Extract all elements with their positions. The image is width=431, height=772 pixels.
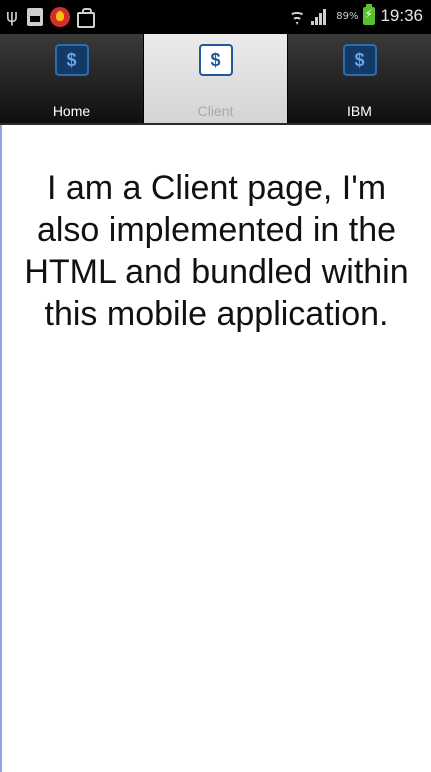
dollar-icon: $ — [198, 44, 233, 76]
status-right-icons: 89% 19:36 — [288, 4, 423, 26]
status-left-icons: ψ — [6, 6, 95, 28]
page-message: I am a Client page, I'm also implemented… — [24, 169, 409, 333]
dollar-icon: $ — [342, 44, 377, 76]
tab-bar: $ Home $ Client $ IBM — [0, 34, 431, 123]
page-content: I am a Client page, I'm also implemented… — [0, 125, 431, 772]
tab-home[interactable]: $ Home — [0, 34, 144, 123]
app-notification-icon — [50, 7, 70, 27]
tab-label-client: Client — [197, 103, 234, 119]
sim-icon — [27, 8, 43, 26]
usb-icon: ψ — [6, 6, 18, 27]
app-screen: ψ 89% 19:36 $ Home $ Client $ IBM — [0, 0, 431, 772]
status-clock: 19:36 — [380, 6, 423, 25]
tab-client[interactable]: $ Client — [144, 34, 288, 123]
status-bar: ψ 89% 19:36 — [0, 0, 431, 34]
dollar-icon: $ — [54, 44, 89, 76]
tab-label-ibm: IBM — [347, 103, 372, 119]
tab-label-home: Home — [52, 103, 91, 119]
battery-percent: 89% — [336, 10, 359, 22]
shopping-bag-icon — [77, 8, 95, 28]
battery-charging-icon — [363, 4, 376, 25]
signal-icon — [311, 7, 331, 25]
tab-ibm[interactable]: $ IBM — [288, 34, 431, 123]
wifi-icon — [288, 7, 306, 25]
